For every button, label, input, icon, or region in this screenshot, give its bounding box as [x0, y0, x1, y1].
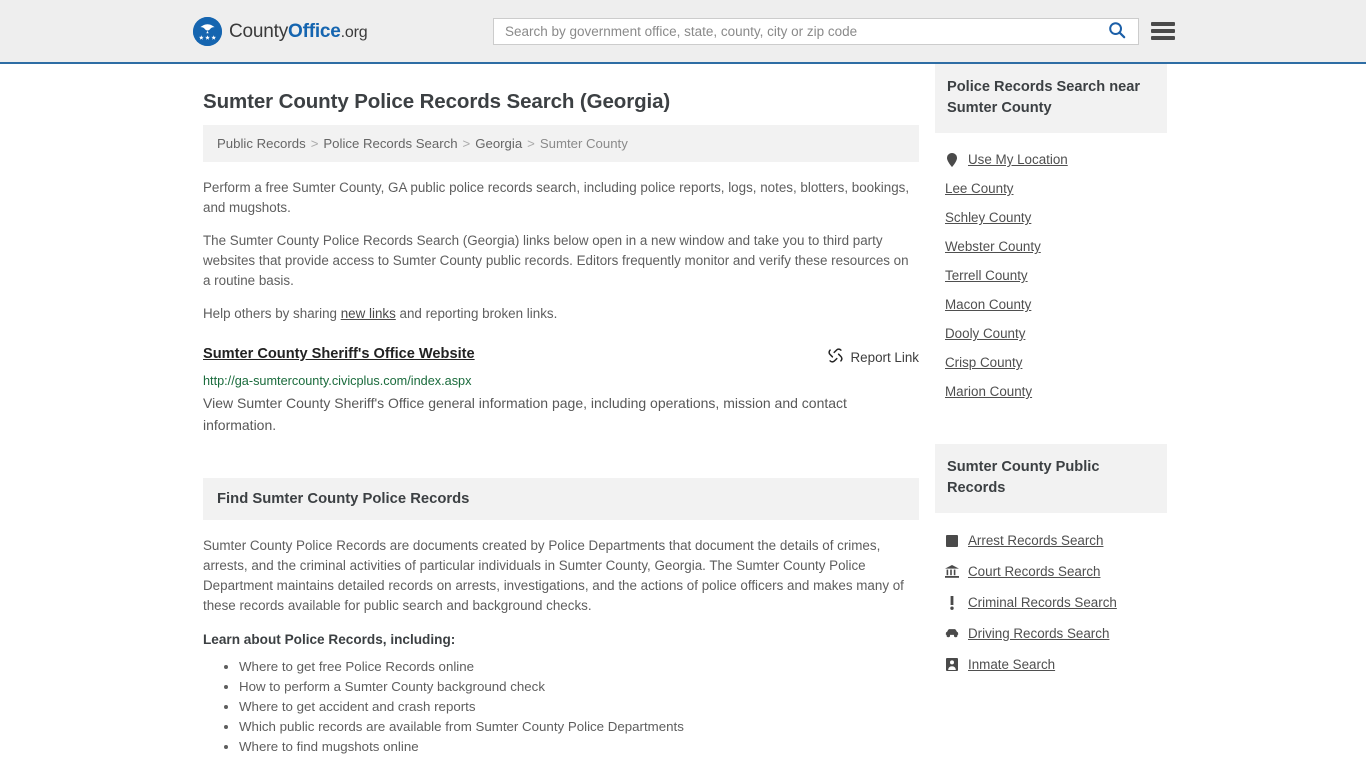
sidebar-item-criminal-records-search[interactable]: Criminal Records Search: [935, 587, 1167, 618]
sidebar-item-use-my-location[interactable]: Use My Location: [935, 145, 1167, 174]
sidebar-item-schley-county[interactable]: Schley County: [935, 203, 1167, 232]
sidebar-item-arrest-records-search[interactable]: Arrest Records Search: [935, 525, 1167, 556]
sidebar-link-label[interactable]: Webster County: [945, 239, 1041, 254]
sidebar-item-dooly-county[interactable]: Dooly County: [935, 319, 1167, 348]
sidebar-item-terrell-county[interactable]: Terrell County: [935, 261, 1167, 290]
sidebar-link-label[interactable]: Court Records Search: [968, 564, 1100, 579]
main-content: Sumter County Police Records Search (Geo…: [203, 64, 919, 757]
sidebar-item-inmate-search[interactable]: Inmate Search: [935, 649, 1167, 680]
find-records-section-header: Find Sumter County Police Records: [203, 478, 919, 520]
list-item: Which public records are available from …: [239, 717, 919, 737]
sidebar-nearby-heading: Police Records Search near Sumter County: [947, 79, 1141, 116]
sidebar-link-label[interactable]: Terrell County: [945, 268, 1028, 283]
list-item: Where to get free Police Records online: [239, 657, 919, 677]
result-block: Sumter County Sheriff's Office Website R…: [203, 346, 919, 436]
search-button[interactable]: [1102, 19, 1138, 44]
sidebar-public-records-heading: Sumter County Public Records: [947, 459, 1100, 496]
sidebar-link-label[interactable]: Arrest Records Search: [968, 533, 1103, 548]
sidebar-link-label[interactable]: Lee County: [945, 181, 1014, 196]
sidebar-link-label[interactable]: Criminal Records Search: [968, 595, 1117, 610]
logo-text-org: .org: [340, 23, 368, 41]
breadcrumb-item-public-records[interactable]: Public Records: [217, 136, 306, 151]
sidebar-public-records-list: Arrest Records Search Court Records Sear…: [935, 513, 1167, 684]
share-suffix: and reporting broken links.: [395, 306, 558, 321]
sidebar-item-marion-county[interactable]: Marion County: [935, 377, 1167, 406]
fingerprint-icon: [945, 534, 959, 547]
hamburger-bar: [1151, 29, 1175, 33]
sidebar-link-label[interactable]: Crisp County: [945, 355, 1022, 370]
sidebar: Police Records Search near Sumter County…: [935, 64, 1167, 757]
report-link-button[interactable]: Report Link: [827, 346, 919, 367]
courthouse-icon: [945, 565, 959, 578]
hamburger-menu-icon[interactable]: [1151, 20, 1175, 42]
sidebar-link-label[interactable]: Dooly County: [945, 326, 1025, 341]
section-heading: Find Sumter County Police Records: [217, 491, 470, 507]
broken-link-icon: [827, 347, 844, 367]
report-link-label: Report Link: [850, 349, 919, 365]
sidebar-item-webster-county[interactable]: Webster County: [935, 232, 1167, 261]
hamburger-bar: [1151, 36, 1175, 40]
result-title-link[interactable]: Sumter County Sheriff's Office Website: [203, 346, 475, 362]
logo-text-county: County: [229, 20, 289, 42]
eagle-seal-icon: [193, 17, 222, 46]
sidebar-panel-nearby: Police Records Search near Sumter County…: [935, 64, 1167, 410]
breadcrumb-separator: >: [527, 136, 535, 151]
result-url: http://ga-sumtercounty.civicplus.com/ind…: [203, 374, 472, 388]
sidebar-link-label[interactable]: Marion County: [945, 384, 1032, 399]
list-item: Where to find mugshots online: [239, 737, 919, 757]
sidebar-link-label[interactable]: Inmate Search: [968, 657, 1055, 672]
search-icon: [1108, 21, 1126, 42]
new-links-link[interactable]: new links: [341, 306, 396, 321]
find-records-section-body: Sumter County Police Records are documen…: [203, 520, 919, 757]
sidebar-link-label[interactable]: Macon County: [945, 297, 1031, 312]
hamburger-bar: [1151, 22, 1175, 26]
sidebar-item-lee-county[interactable]: Lee County: [935, 174, 1167, 203]
logo-text-office: Office: [288, 20, 341, 42]
sidebar-link-label[interactable]: Schley County: [945, 210, 1031, 225]
sidebar-nearby-header: Police Records Search near Sumter County: [935, 64, 1167, 133]
breadcrumb-separator: >: [310, 136, 319, 151]
list-item: Where to get accident and crash reports: [239, 697, 919, 717]
page-body: Sumter County Police Records Search (Geo…: [0, 64, 1366, 757]
search-input[interactable]: [494, 19, 1102, 44]
sidebar-panel-public-records: Sumter County Public Records Arrest Reco…: [935, 444, 1167, 684]
share-paragraph: Help others by sharing new links and rep…: [203, 304, 919, 324]
learn-list: Where to get free Police Records online …: [203, 657, 919, 757]
sidebar-public-records-header: Sumter County Public Records: [935, 444, 1167, 513]
search-bar: [493, 18, 1139, 45]
map-pin-icon: [945, 152, 959, 167]
list-item: How to perform a Sumter County backgroun…: [239, 677, 919, 697]
breadcrumb-item-sumter-county: Sumter County: [539, 136, 628, 151]
breadcrumb-item-police-records-search[interactable]: Police Records Search: [323, 136, 457, 151]
sidebar-link-label[interactable]: Use My Location: [968, 152, 1068, 167]
learn-heading: Learn about Police Records, including:: [203, 632, 456, 647]
result-description: View Sumter County Sheriff's Office gene…: [203, 395, 847, 433]
exclamation-icon: [945, 595, 959, 610]
car-icon: [945, 628, 959, 639]
inmate-icon: [945, 658, 959, 671]
sidebar-item-driving-records-search[interactable]: Driving Records Search: [935, 618, 1167, 649]
section-paragraph: Sumter County Police Records are documen…: [203, 538, 904, 613]
sidebar-item-macon-county[interactable]: Macon County: [935, 290, 1167, 319]
sidebar-item-court-records-search[interactable]: Court Records Search: [935, 556, 1167, 587]
site-logo[interactable]: CountyOffice.org: [193, 17, 368, 46]
sidebar-nearby-list: Use My Location Lee County Schley County…: [935, 133, 1167, 410]
page-title: Sumter County Police Records Search (Geo…: [203, 90, 671, 113]
site-logo-text: CountyOffice.org: [229, 20, 368, 43]
site-header: CountyOffice.org: [0, 0, 1366, 64]
breadcrumb-item-georgia[interactable]: Georgia: [475, 136, 522, 151]
intro-paragraph-1: Perform a free Sumter County, GA public …: [203, 180, 910, 215]
breadcrumb-separator: >: [462, 136, 471, 151]
intro-paragraph-2: The Sumter County Police Records Search …: [203, 233, 909, 288]
share-prefix: Help others by sharing: [203, 306, 341, 321]
sidebar-link-label[interactable]: Driving Records Search: [968, 626, 1109, 641]
breadcrumb: Public Records > Police Records Search > Geo…: [203, 125, 919, 162]
sidebar-item-crisp-county[interactable]: Crisp County: [935, 348, 1167, 377]
